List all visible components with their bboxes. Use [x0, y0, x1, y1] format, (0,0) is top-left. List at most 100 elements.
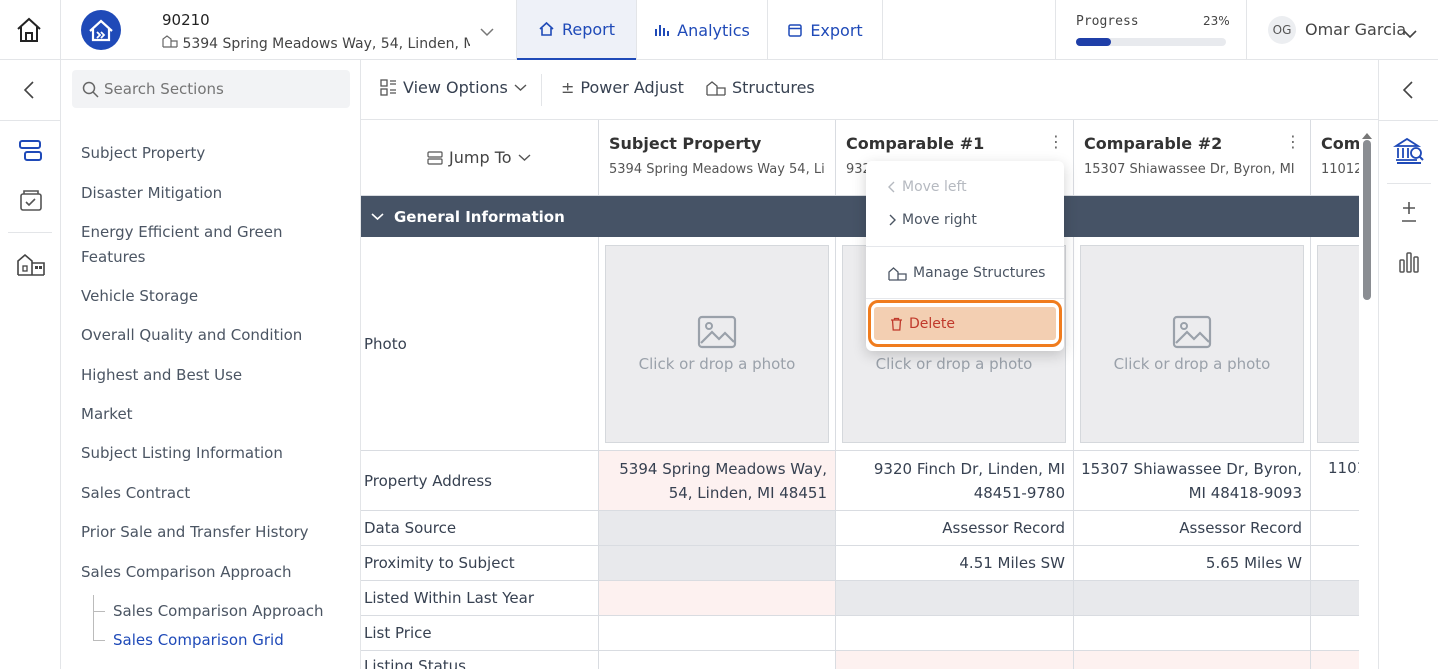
- row-label: Photo: [361, 237, 599, 451]
- manage-structures-item[interactable]: Manage Structures: [888, 265, 1045, 281]
- data-cell[interactable]: 4.51 Miles SW: [836, 546, 1074, 581]
- chevron-down-icon[interactable]: [1403, 24, 1417, 43]
- photo-label: Photo: [364, 334, 407, 353]
- structures-button[interactable]: Structures: [706, 78, 815, 97]
- home-button[interactable]: [14, 16, 44, 44]
- photo-cell: Click or drop a photo: [599, 237, 836, 451]
- property-zip: 90210: [162, 11, 210, 29]
- nav-item[interactable]: Disaster Mitigation: [81, 181, 346, 206]
- data-cell[interactable]: [1311, 651, 1359, 669]
- user-name[interactable]: Omar Garcia: [1305, 20, 1406, 39]
- building-icon: [162, 34, 178, 52]
- address-value: 5394 Spring Meadows Way, 54, Linden, MI …: [619, 459, 827, 502]
- column-title: Subject Property: [609, 134, 762, 153]
- collapse-right-button[interactable]: [1401, 80, 1415, 104]
- collapse-left-button[interactable]: [22, 80, 36, 104]
- data-cell[interactable]: 9320 Finch Dr, Linden, MI 48451-9780: [836, 451, 1074, 511]
- data-cell: [599, 511, 836, 546]
- manage-structures-label: Manage Structures: [913, 265, 1046, 281]
- nav-item[interactable]: Subject Property: [81, 141, 346, 166]
- trash-icon: [891, 317, 902, 331]
- tab-report[interactable]: Report: [517, 0, 636, 60]
- data-cell[interactable]: [1074, 651, 1311, 669]
- data-cell[interactable]: 1101: [1311, 451, 1359, 511]
- data-cell[interactable]: [1311, 616, 1359, 651]
- grid-view-icon: [380, 79, 396, 96]
- data-cell[interactable]: Assessor Record: [1074, 511, 1311, 546]
- nav-subitem-active[interactable]: Sales Comparison Grid: [113, 631, 284, 649]
- address-label: Property Address: [364, 471, 492, 490]
- plus-minus-icon[interactable]: [1399, 200, 1419, 228]
- data-cell[interactable]: 5.65 Miles W: [1074, 546, 1311, 581]
- menu-divider: [866, 298, 1064, 299]
- data-cell[interactable]: [599, 581, 836, 616]
- nav-item[interactable]: Subject Listing Information: [81, 441, 346, 466]
- move-right-label: Move right: [902, 212, 977, 228]
- more-vertical-icon[interactable]: ⋮: [1048, 132, 1064, 151]
- bank-search-icon[interactable]: [1392, 136, 1425, 170]
- power-adjust-label: Power Adjust: [580, 78, 684, 97]
- structures-icon[interactable]: [16, 249, 46, 281]
- nav-item[interactable]: Energy Efficient and Green Features: [81, 220, 346, 270]
- sections-icon[interactable]: [17, 137, 45, 169]
- nav-item[interactable]: Vehicle Storage: [81, 284, 346, 309]
- scroll-up-icon: [1362, 133, 1372, 139]
- structures-label: Structures: [732, 78, 815, 97]
- data-cell[interactable]: [599, 616, 836, 651]
- view-options-button[interactable]: View Options: [380, 78, 527, 97]
- nav-item[interactable]: Sales Comparison Approach: [81, 560, 346, 585]
- section-header[interactable]: General Information: [361, 196, 1359, 237]
- column-title: Comparable #2: [1084, 134, 1223, 153]
- chevron-left-icon: [888, 181, 895, 193]
- nav-subitem[interactable]: Sales Comparison Approach: [113, 602, 324, 620]
- nav-item[interactable]: Prior Sale and Transfer History: [81, 520, 346, 545]
- move-right-item[interactable]: Move right: [888, 212, 977, 228]
- column-subtitle: 5394 Spring Meadows Way 54, Li...: [609, 162, 824, 177]
- data-cell[interactable]: [599, 651, 836, 669]
- avatar[interactable]: OG: [1268, 16, 1296, 44]
- tab-export-label: Export: [810, 20, 863, 40]
- nav-item[interactable]: Overall Quality and Condition: [81, 323, 346, 348]
- scrollbar-thumb[interactable]: [1363, 140, 1371, 300]
- nav-item[interactable]: Sales Contract: [81, 481, 346, 506]
- progress-label: Progress: [1076, 14, 1139, 29]
- image-icon: [697, 315, 737, 349]
- chevron-down-icon[interactable]: [480, 22, 494, 41]
- top-bar: 90210 5394 Spring Meadows Way, 54, Linde…: [0, 0, 1438, 60]
- photo-dropzone[interactable]: [1317, 245, 1359, 443]
- photo-dropzone[interactable]: Click or drop a photo: [605, 245, 829, 443]
- data-cell[interactable]: 15307 Shiawassee Dr, Byron, MI 48418-909…: [1074, 451, 1311, 511]
- power-adjust-button[interactable]: ± Power Adjust: [561, 78, 684, 97]
- nav-item[interactable]: Market: [81, 402, 346, 427]
- column-title: Comp: [1321, 134, 1359, 153]
- nav-item[interactable]: Highest and Best Use: [81, 363, 346, 388]
- bar-chart-icon[interactable]: [1398, 250, 1420, 278]
- data-cell: [599, 546, 836, 581]
- tab-export[interactable]: Export: [768, 0, 882, 60]
- delete-item[interactable]: Delete: [874, 307, 1056, 340]
- row-label: Listing Status: [361, 651, 599, 669]
- vertical-scrollbar[interactable]: [1360, 125, 1374, 669]
- data-cell[interactable]: [836, 616, 1074, 651]
- checklist-icon[interactable]: [18, 188, 44, 218]
- progress-bar: [1076, 38, 1226, 46]
- status-label: Listing Status: [364, 657, 466, 669]
- more-vertical-icon[interactable]: ⋮: [1285, 132, 1301, 151]
- data-cell[interactable]: [836, 651, 1074, 669]
- source-value: Assessor Record: [1179, 519, 1302, 537]
- tab-analytics[interactable]: Analytics: [637, 0, 767, 60]
- search-box[interactable]: [72, 70, 350, 108]
- chevron-down-icon: [371, 213, 384, 221]
- data-cell[interactable]: [1311, 511, 1359, 546]
- tab-analytics-label: Analytics: [677, 20, 750, 40]
- data-cell[interactable]: [1311, 546, 1359, 581]
- chevron-down-icon: [518, 154, 531, 161]
- data-cell[interactable]: [1074, 616, 1311, 651]
- data-cell[interactable]: 5394 Spring Meadows Way, 54, Linden, MI …: [599, 451, 836, 511]
- jump-to-button[interactable]: Jump To: [427, 148, 531, 167]
- chevron-down-icon: [514, 84, 527, 91]
- search-input[interactable]: [104, 79, 339, 99]
- photo-dropzone[interactable]: Click or drop a photo: [1080, 245, 1304, 443]
- home-icon: [539, 21, 554, 36]
- data-cell[interactable]: Assessor Record: [836, 511, 1074, 546]
